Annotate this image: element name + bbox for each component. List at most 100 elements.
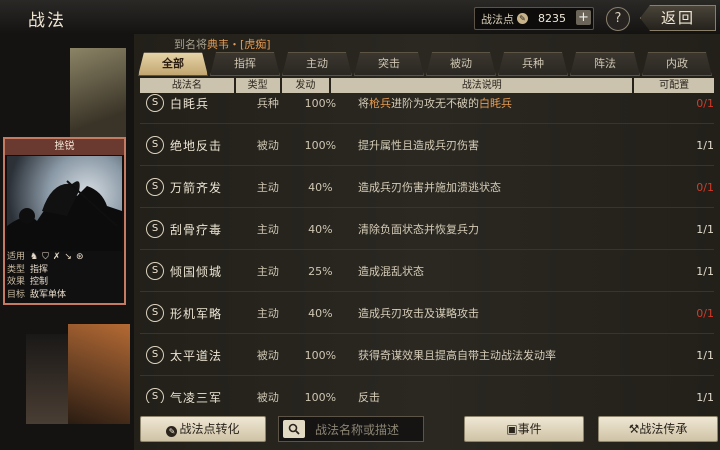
tactic-name: 刮骨疗毒 bbox=[170, 222, 223, 237]
tactic-type: 被动 bbox=[256, 391, 279, 403]
tactic-name: 倾国倾城 bbox=[170, 264, 223, 279]
search-icon[interactable] bbox=[283, 420, 305, 438]
table-row[interactable]: S 万箭齐发 主动 40% 造成兵刃伤害并施加溃逃状态 0/1 bbox=[140, 167, 714, 208]
tactic-description: 造成混乱状态 bbox=[357, 265, 424, 278]
art-thumbnail-bottom bbox=[68, 324, 130, 424]
tactic-configurable: 1/1 bbox=[696, 390, 714, 404]
tactic-name: 万箭齐发 bbox=[170, 180, 223, 195]
tactic-list: S 白眊兵 兵种 100% 将枪兵进阶为攻无不破的白眊兵 0/1 S 绝地反击 … bbox=[140, 93, 714, 403]
table-row[interactable]: S 白眊兵 兵种 100% 将枪兵进阶为攻无不破的白眊兵 0/1 bbox=[140, 93, 714, 124]
card-illustration bbox=[7, 156, 122, 251]
tactic-configurable: 0/1 bbox=[696, 180, 714, 194]
search-input[interactable]: 战法名称或描述 bbox=[278, 416, 424, 442]
tactic-type: 主动 bbox=[256, 307, 279, 320]
tab-passive[interactable]: 被动 bbox=[426, 52, 496, 76]
stat-row-applicable: 适用 ♞ ⛉ ✗ ↘ ⊛ bbox=[7, 251, 83, 264]
tactic-configurable: 0/1 bbox=[696, 306, 714, 320]
tactic-name: 形机军略 bbox=[170, 306, 223, 321]
grade-s-icon: S bbox=[146, 136, 164, 154]
stat-key: 适用 bbox=[7, 252, 26, 262]
filter-tabs: 全部 指挥 主动 突击 被动 兵种 阵法 内政 bbox=[138, 52, 712, 76]
help-button[interactable]: ? bbox=[606, 7, 630, 31]
points-value: 8235 bbox=[538, 12, 566, 25]
column-header-name: 战法名 bbox=[140, 78, 234, 93]
tactic-description: 将枪兵进阶为攻无不破的白眊兵 bbox=[357, 97, 512, 110]
tactic-card[interactable]: 挫锐 适用 ♞ ⛉ ✗ ↘ ⊛ 类型 指挥 效果 控制 目标 敌军单体 bbox=[3, 137, 126, 305]
tactic-configurable: 1/1 bbox=[696, 348, 714, 362]
tactic-description: 造成兵刃攻击及谋略攻击 bbox=[357, 307, 479, 320]
grade-s-icon: S bbox=[146, 388, 164, 403]
tactic-inherit-button[interactable]: ⚒战法传承 bbox=[598, 416, 718, 442]
tactic-rate: 100% bbox=[304, 348, 337, 362]
siege-icon: ⊛ bbox=[75, 252, 84, 262]
tab-active[interactable]: 主动 bbox=[282, 52, 352, 76]
tactic-name: 太平道法 bbox=[170, 348, 223, 363]
stat-key: 目标 bbox=[7, 289, 26, 300]
convert-points-button[interactable]: ✎ 战法点转化 bbox=[140, 416, 266, 442]
tab-formation[interactable]: 阵法 bbox=[570, 52, 640, 76]
add-points-button[interactable]: + bbox=[576, 10, 591, 25]
shield-icon: ⛉ bbox=[42, 252, 49, 262]
events-button[interactable]: ▣事件 bbox=[464, 416, 584, 442]
table-row[interactable]: S 倾国倾城 主动 25% 造成混乱状态 1/1 bbox=[140, 251, 714, 292]
table-row[interactable]: S 形机军略 主动 40% 造成兵刃攻击及谋略攻击 0/1 bbox=[140, 293, 714, 334]
stat-row-effect: 效果 控制 bbox=[7, 276, 83, 289]
tactic-description: 清除负面状态并恢复兵力 bbox=[357, 223, 479, 236]
tactic-rate: 100% bbox=[304, 138, 337, 152]
tactic-points-display: 战法点 ✎ 8235 + bbox=[474, 7, 594, 30]
tactic-name: 绝地反击 bbox=[170, 138, 223, 153]
convert-points-label: 战法点转化 bbox=[179, 422, 240, 436]
tactic-description: 提升属性且造成兵刃伤害 bbox=[357, 139, 479, 152]
tab-all[interactable]: 全部 bbox=[138, 52, 208, 76]
events-label: 事件 bbox=[517, 422, 542, 436]
tactic-type: 兵种 bbox=[256, 97, 279, 110]
table-row[interactable]: S 刮骨疗毒 主动 40% 清除负面状态并恢复兵力 1/1 bbox=[140, 209, 714, 250]
tab-internal[interactable]: 内政 bbox=[642, 52, 712, 76]
tactic-rate: 40% bbox=[308, 306, 333, 320]
grade-s-icon: S bbox=[146, 262, 164, 280]
table-row[interactable]: S 气凌三军 被动 100% 反击 1/1 bbox=[140, 377, 714, 403]
back-button[interactable]: 返回 bbox=[640, 5, 716, 31]
card-name: 挫锐 bbox=[5, 139, 124, 155]
tactic-type: 被动 bbox=[256, 139, 279, 152]
column-header-rate: 发动 bbox=[281, 78, 330, 93]
stat-row-target: 目标 敌军单体 bbox=[7, 289, 83, 302]
tab-troop[interactable]: 兵种 bbox=[498, 52, 568, 76]
tactic-type: 主动 bbox=[256, 265, 279, 278]
column-header-description: 战法说明 bbox=[331, 78, 633, 93]
bow-icon: ✗ bbox=[52, 252, 61, 262]
art-thumbnail-mid bbox=[26, 334, 68, 424]
stat-key: 效果 bbox=[7, 277, 26, 287]
tactic-inherit-label: 战法传承 bbox=[639, 422, 688, 436]
tactic-rate: 100% bbox=[304, 390, 337, 404]
hammer-icon: ⚒ bbox=[628, 422, 640, 436]
tactic-description: 获得奇谋效果且提高自带主动战法发动率 bbox=[357, 349, 556, 362]
tactic-rate: 100% bbox=[304, 96, 337, 110]
tactic-configurable: 1/1 bbox=[696, 222, 714, 236]
tactic-type: 主动 bbox=[256, 223, 279, 236]
stat-value: 控制 bbox=[30, 277, 49, 287]
column-header-configurable: 可配置 bbox=[634, 78, 714, 93]
grade-s-icon: S bbox=[146, 178, 164, 196]
stat-key: 类型 bbox=[7, 264, 26, 275]
page-title: 战法 bbox=[28, 11, 66, 31]
hint-prefix: 到名将 bbox=[174, 38, 207, 51]
spear-icon: ↘ bbox=[64, 252, 72, 262]
column-header-type: 类型 bbox=[235, 78, 280, 93]
tactic-rate: 40% bbox=[308, 222, 333, 236]
table-row[interactable]: S 太平道法 被动 100% 获得奇谋效果且提高自带主动战法发动率 1/1 bbox=[140, 335, 714, 376]
tab-command[interactable]: 指挥 bbox=[210, 52, 280, 76]
grade-s-icon: S bbox=[146, 220, 164, 238]
card-stats: 适用 ♞ ⛉ ✗ ↘ ⊛ 类型 指挥 效果 控制 目标 敌军单体 bbox=[7, 251, 83, 301]
tactic-rate: 25% bbox=[308, 264, 333, 278]
tactic-description: 造成兵刃伤害并施加溃逃状态 bbox=[357, 181, 501, 194]
table-row[interactable]: S 绝地反击 被动 100% 提升属性且造成兵刃伤害 1/1 bbox=[140, 125, 714, 166]
table-header: 战法名 类型 发动 战法说明 可配置 bbox=[140, 78, 714, 93]
tactic-configurable: 1/1 bbox=[696, 138, 714, 152]
art-thumbnail-top bbox=[70, 48, 126, 148]
troop-type-icons: ♞ ⛉ ✗ ↘ ⊛ bbox=[30, 251, 83, 264]
hint-suffix: ・[虎痴] bbox=[229, 38, 271, 51]
top-bar: 战法 战法点 ✎ 8235 + ? 返回 bbox=[0, 0, 720, 35]
tactic-description: 反击 bbox=[357, 391, 380, 403]
tab-assault[interactable]: 突击 bbox=[354, 52, 424, 76]
